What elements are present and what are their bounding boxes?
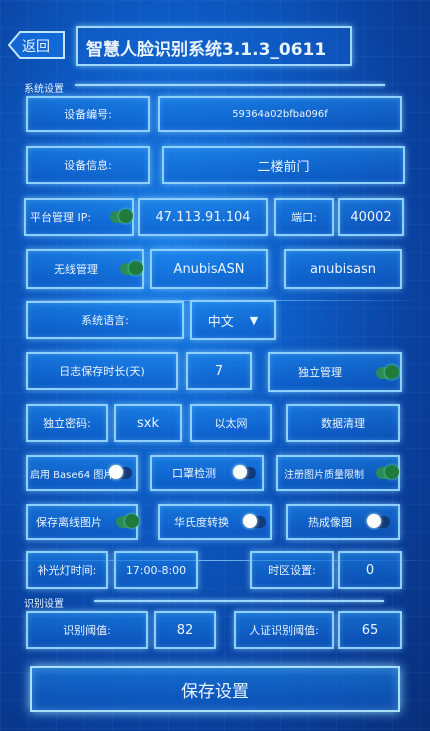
offline-images-toggle[interactable]: [116, 514, 139, 528]
log-duration-label: 日志保存时长(天): [26, 352, 178, 390]
platform-ip-field[interactable]: 47.113.91.104: [138, 198, 268, 236]
section-divider: [75, 84, 385, 86]
platform-ip-label-text: 平台管理 IP:: [30, 211, 92, 224]
threshold-field[interactable]: 82: [154, 611, 216, 649]
port-label: 端口:: [274, 198, 334, 236]
independent-mgmt-label-text: 独立管理: [298, 366, 342, 379]
language-value: 中文: [207, 314, 234, 330]
quality-label: 注册图片质量限制: [284, 469, 364, 481]
id-threshold-field[interactable]: 65: [338, 611, 402, 649]
platform-toggle[interactable]: [110, 209, 133, 223]
fahrenheit-label: 华氏度转换: [174, 516, 229, 529]
mask-toggle[interactable]: [233, 465, 256, 479]
log-days-field[interactable]: 7: [186, 352, 252, 390]
threshold-label: 识别阈值:: [26, 611, 148, 649]
mask-label: 口罩检测: [172, 467, 216, 480]
timezone-field[interactable]: 0: [338, 551, 402, 589]
independent-mgmt-toggle[interactable]: [376, 365, 399, 379]
fahrenheit-toggle[interactable]: [243, 514, 266, 528]
password-label: 独立密码:: [26, 404, 108, 442]
device-info-label: 设备信息:: [26, 146, 150, 184]
port-field[interactable]: 40002: [338, 198, 404, 236]
language-label: 系统语言:: [26, 301, 184, 339]
page-title: 智慧人脸识别系统3.1.3_0611: [86, 40, 327, 60]
device-id-field[interactable]: 59364a02bfba096f: [158, 96, 402, 132]
language-select[interactable]: 中文 ▼: [190, 300, 276, 340]
clear-data-button[interactable]: 数据清理: [286, 404, 400, 442]
section-system-label: 系统设置: [24, 84, 64, 95]
back-label: 返回: [22, 39, 50, 55]
section-divider: [94, 600, 384, 602]
light-time-label: 补光灯时间:: [26, 551, 108, 589]
quality-toggle[interactable]: [376, 465, 399, 479]
thermal-label: 热成像图: [308, 516, 352, 529]
wifi-password-field[interactable]: anubisasn: [284, 249, 402, 289]
save-settings-button[interactable]: 保存设置: [30, 666, 400, 712]
network-type-button[interactable]: 以太网: [190, 404, 272, 442]
thermal-toggle[interactable]: [367, 514, 390, 528]
wireless-toggle[interactable]: [120, 261, 143, 275]
timezone-label: 时区设置:: [250, 551, 334, 589]
device-info-field[interactable]: 二楼前门: [162, 146, 405, 184]
offline-images-label: 保存离线图片: [36, 516, 102, 529]
title-frame: 智慧人脸识别系统3.1.3_0611: [76, 26, 352, 66]
base64-label: 启用 Base64 图片: [30, 469, 114, 481]
base64-toggle[interactable]: [109, 465, 132, 479]
section-recognition-label: 识别设置: [24, 599, 64, 610]
id-threshold-label: 人证识别阈值:: [234, 611, 334, 649]
device-id-label: 设备编号:: [26, 96, 150, 132]
back-button[interactable]: 返回: [8, 31, 66, 59]
password-field[interactable]: sxk: [114, 404, 182, 442]
wifi-ssid-field[interactable]: AnubisASN: [150, 249, 268, 289]
wireless-label-text: 无线管理: [54, 263, 98, 276]
light-time-field[interactable]: 17:00-8:00: [114, 551, 198, 589]
dropdown-arrow-icon: ▼: [249, 313, 259, 327]
